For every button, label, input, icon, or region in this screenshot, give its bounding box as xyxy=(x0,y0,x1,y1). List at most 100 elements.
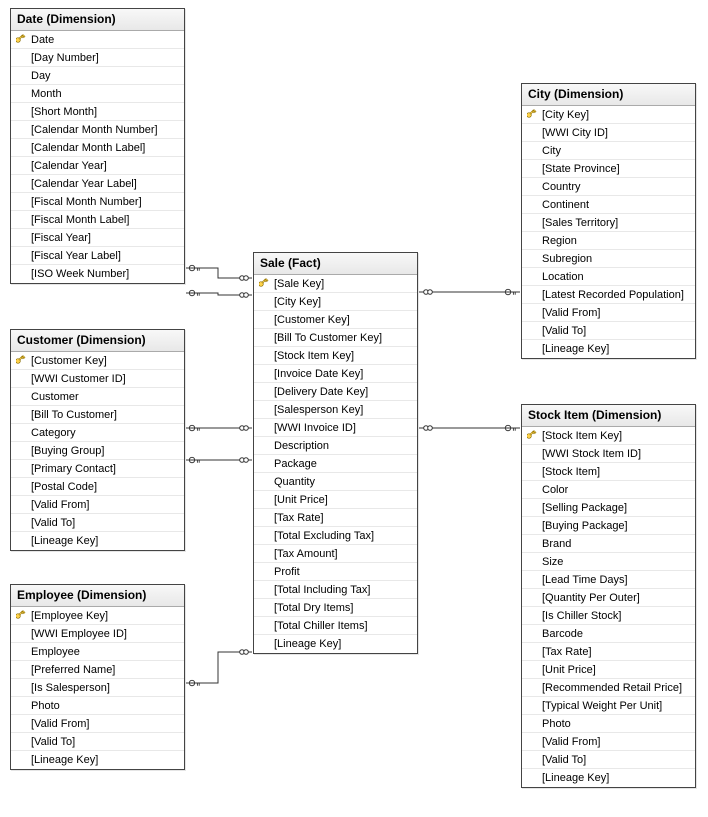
column-row[interactable]: [Delivery Date Key] xyxy=(254,383,417,401)
column-row[interactable]: Color xyxy=(522,481,695,499)
column-row[interactable]: [Bill To Customer] xyxy=(11,406,184,424)
column-row[interactable]: [Valid To] xyxy=(522,322,695,340)
column-row[interactable]: [ISO Week Number] xyxy=(11,265,184,283)
table-date-title[interactable]: Date (Dimension) xyxy=(11,9,184,31)
column-row[interactable]: [Calendar Year Label] xyxy=(11,175,184,193)
column-row[interactable]: Employee xyxy=(11,643,184,661)
column-row[interactable]: Category xyxy=(11,424,184,442)
column-row[interactable]: Barcode xyxy=(522,625,695,643)
column-row[interactable]: [Tax Rate] xyxy=(522,643,695,661)
column-row[interactable]: [Stock Item Key] xyxy=(254,347,417,365)
column-row[interactable]: [Lineage Key] xyxy=(522,340,695,358)
column-row[interactable]: [Buying Group] xyxy=(11,442,184,460)
column-row[interactable]: [Stock Item] xyxy=(522,463,695,481)
column-row[interactable]: Country xyxy=(522,178,695,196)
column-row[interactable]: Brand xyxy=(522,535,695,553)
column-row[interactable]: [Customer Key] xyxy=(11,352,184,370)
column-row[interactable]: [Bill To Customer Key] xyxy=(254,329,417,347)
column-row[interactable]: [Is Salesperson] xyxy=(11,679,184,697)
table-employee[interactable]: Employee (Dimension) [Employee Key][WWI … xyxy=(10,584,185,770)
column-row[interactable]: [Lineage Key] xyxy=(254,635,417,653)
column-row[interactable]: Description xyxy=(254,437,417,455)
column-row[interactable]: Photo xyxy=(522,715,695,733)
column-row[interactable]: [Valid To] xyxy=(11,733,184,751)
table-customer[interactable]: Customer (Dimension) [Customer Key][WWI … xyxy=(10,329,185,551)
column-row[interactable]: [Valid To] xyxy=(11,514,184,532)
column-row[interactable]: Date xyxy=(11,31,184,49)
column-row[interactable]: [Lineage Key] xyxy=(11,532,184,550)
column-row[interactable]: [Recommended Retail Price] xyxy=(522,679,695,697)
column-row[interactable]: [State Province] xyxy=(522,160,695,178)
column-row[interactable]: [WWI Invoice ID] xyxy=(254,419,417,437)
column-row[interactable]: [Stock Item Key] xyxy=(522,427,695,445)
column-row[interactable]: [Fiscal Year] xyxy=(11,229,184,247)
column-row[interactable]: [WWI Customer ID] xyxy=(11,370,184,388)
column-row[interactable]: [Valid From] xyxy=(522,733,695,751)
column-row[interactable]: Subregion xyxy=(522,250,695,268)
column-row[interactable]: [Fiscal Month Number] xyxy=(11,193,184,211)
column-row[interactable]: [Fiscal Year Label] xyxy=(11,247,184,265)
column-row[interactable]: Continent xyxy=(522,196,695,214)
column-row[interactable]: [Tax Rate] xyxy=(254,509,417,527)
table-sale[interactable]: Sale (Fact) [Sale Key][City Key][Custome… xyxy=(253,252,418,654)
table-sale-title[interactable]: Sale (Fact) xyxy=(254,253,417,275)
column-row[interactable]: [Unit Price] xyxy=(254,491,417,509)
column-row[interactable]: [City Key] xyxy=(254,293,417,311)
table-stockitem-title[interactable]: Stock Item (Dimension) xyxy=(522,405,695,427)
column-row[interactable]: [Short Month] xyxy=(11,103,184,121)
column-row[interactable]: [Postal Code] xyxy=(11,478,184,496)
column-row[interactable]: [Calendar Year] xyxy=(11,157,184,175)
column-row[interactable]: [Preferred Name] xyxy=(11,661,184,679)
column-row[interactable]: [Employee Key] xyxy=(11,607,184,625)
column-row[interactable]: [Calendar Month Number] xyxy=(11,121,184,139)
column-row[interactable]: [Latest Recorded Population] xyxy=(522,286,695,304)
column-row[interactable]: City xyxy=(522,142,695,160)
column-row[interactable]: [Invoice Date Key] xyxy=(254,365,417,383)
column-row[interactable]: [WWI Stock Item ID] xyxy=(522,445,695,463)
column-row[interactable]: [Valid From] xyxy=(522,304,695,322)
column-row[interactable]: [WWI Employee ID] xyxy=(11,625,184,643)
column-row[interactable]: Photo xyxy=(11,697,184,715)
column-row[interactable]: [Is Chiller Stock] xyxy=(522,607,695,625)
column-row[interactable]: Package xyxy=(254,455,417,473)
column-row[interactable]: [Day Number] xyxy=(11,49,184,67)
column-row[interactable]: [Valid To] xyxy=(522,751,695,769)
column-row[interactable]: Size xyxy=(522,553,695,571)
table-customer-title[interactable]: Customer (Dimension) xyxy=(11,330,184,352)
column-row[interactable]: Region xyxy=(522,232,695,250)
table-date[interactable]: Date (Dimension) Date[Day Number]DayMont… xyxy=(10,8,185,284)
table-city[interactable]: City (Dimension) [City Key][WWI City ID]… xyxy=(521,83,696,359)
column-row[interactable]: [Sale Key] xyxy=(254,275,417,293)
column-row[interactable]: [Lineage Key] xyxy=(522,769,695,787)
column-row[interactable]: [Primary Contact] xyxy=(11,460,184,478)
column-row[interactable]: Location xyxy=(522,268,695,286)
column-row[interactable]: [Valid From] xyxy=(11,715,184,733)
column-row[interactable]: [Lead Time Days] xyxy=(522,571,695,589)
column-row[interactable]: [Total Including Tax] xyxy=(254,581,417,599)
column-row[interactable]: [Valid From] xyxy=(11,496,184,514)
column-row[interactable]: Profit xyxy=(254,563,417,581)
column-row[interactable]: [Total Excluding Tax] xyxy=(254,527,417,545)
table-stockitem[interactable]: Stock Item (Dimension) [Stock Item Key][… xyxy=(521,404,696,788)
column-row[interactable]: [Buying Package] xyxy=(522,517,695,535)
column-row[interactable]: [Lineage Key] xyxy=(11,751,184,769)
column-row[interactable]: [Salesperson Key] xyxy=(254,401,417,419)
column-row[interactable]: [Sales Territory] xyxy=(522,214,695,232)
column-row[interactable]: [Total Chiller Items] xyxy=(254,617,417,635)
column-row[interactable]: Customer xyxy=(11,388,184,406)
column-row[interactable]: [Calendar Month Label] xyxy=(11,139,184,157)
column-row[interactable]: [WWI City ID] xyxy=(522,124,695,142)
column-row[interactable]: [Quantity Per Outer] xyxy=(522,589,695,607)
column-row[interactable]: Quantity xyxy=(254,473,417,491)
column-row[interactable]: [Fiscal Month Label] xyxy=(11,211,184,229)
table-city-title[interactable]: City (Dimension) xyxy=(522,84,695,106)
column-row[interactable]: [Customer Key] xyxy=(254,311,417,329)
column-row[interactable]: Month xyxy=(11,85,184,103)
column-row[interactable]: [Unit Price] xyxy=(522,661,695,679)
column-row[interactable]: [Tax Amount] xyxy=(254,545,417,563)
column-row[interactable]: [City Key] xyxy=(522,106,695,124)
column-row[interactable]: [Selling Package] xyxy=(522,499,695,517)
column-row[interactable]: Day xyxy=(11,67,184,85)
column-row[interactable]: [Total Dry Items] xyxy=(254,599,417,617)
column-row[interactable]: [Typical Weight Per Unit] xyxy=(522,697,695,715)
